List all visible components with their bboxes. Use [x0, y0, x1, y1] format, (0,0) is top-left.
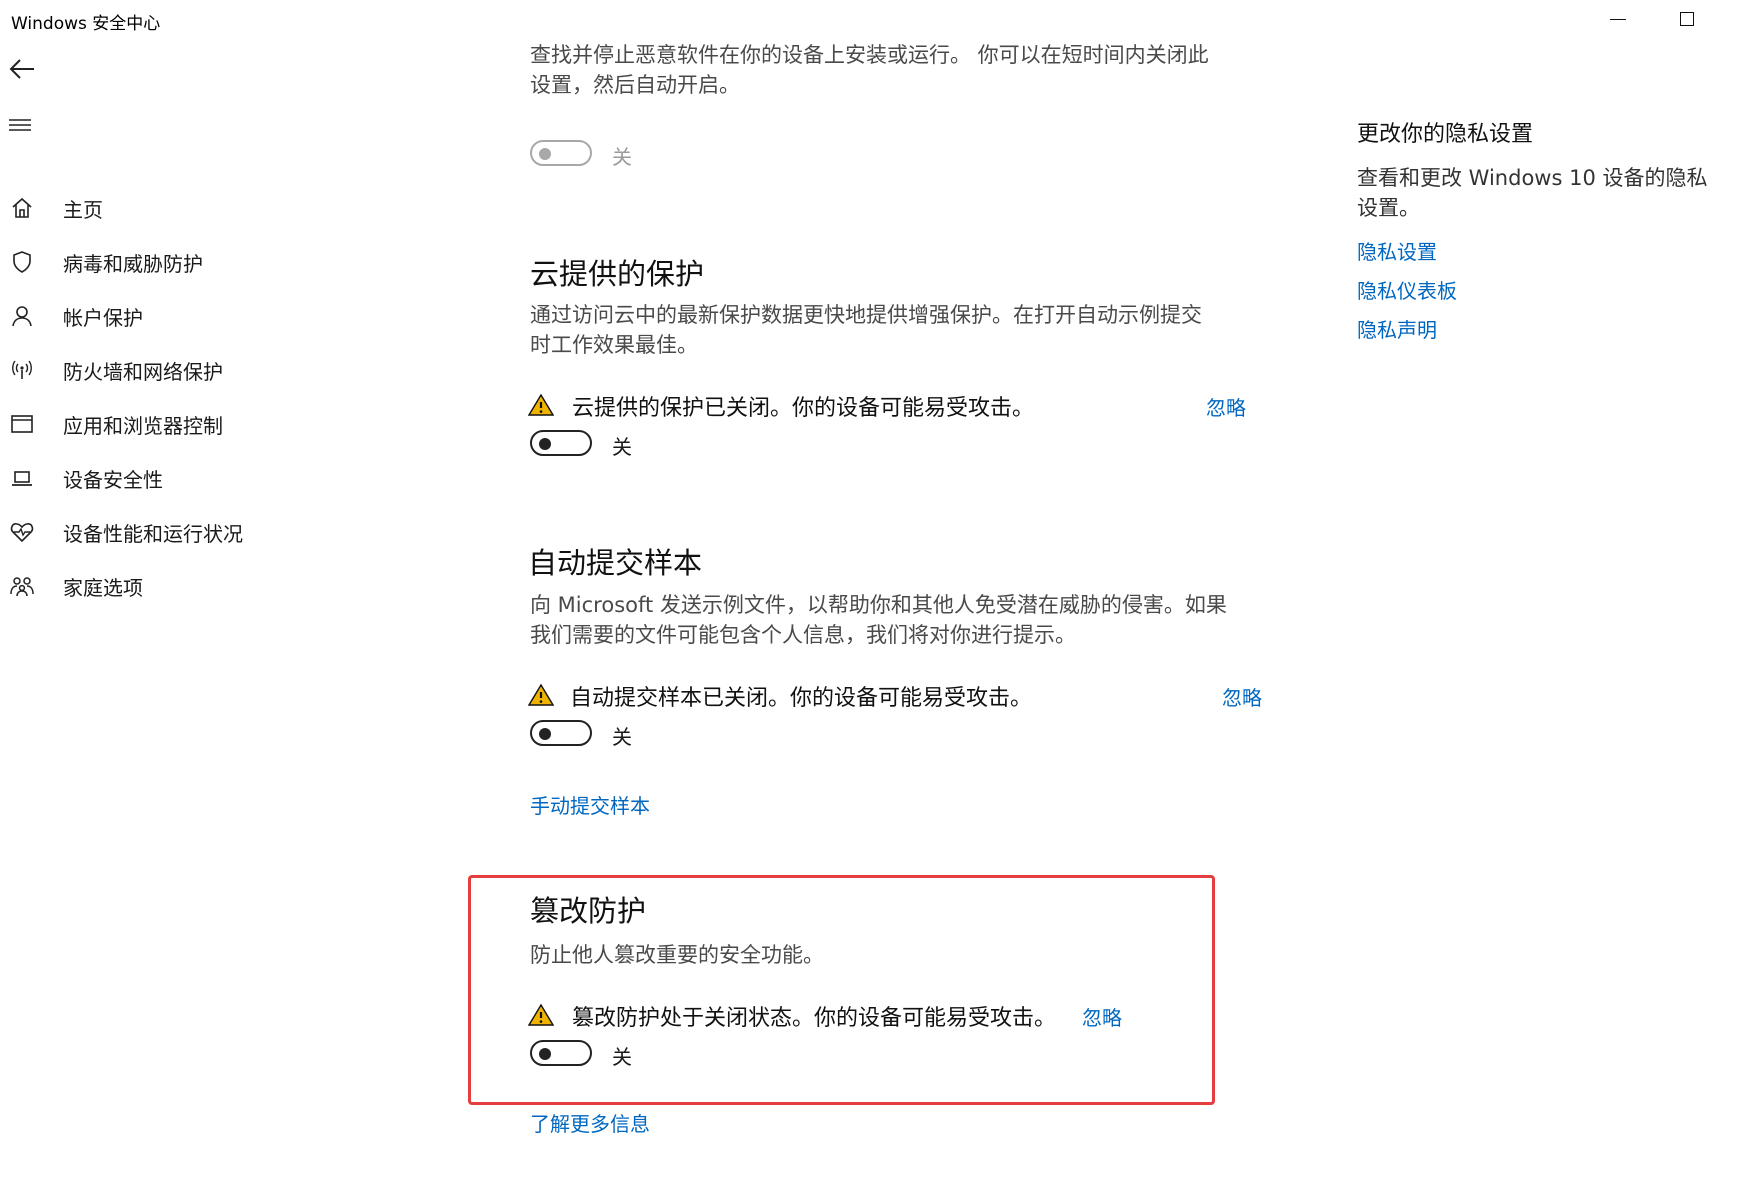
privacy-description: 查看和更改 Windows 10 设备的隐私 设置。 [1357, 166, 1708, 220]
sidebar-item-label: 防火墙和网络保护 [63, 359, 223, 384]
sidebar-item-label: 主页 [63, 197, 103, 222]
cloud-protection-warning: 云提供的保护已关闭。你的设备可能易受攻击。 [572, 396, 1035, 421]
sidebar-item-family[interactable]: 家庭选项 [0, 566, 300, 606]
sidebar-item-label: 应用和浏览器控制 [63, 413, 223, 438]
sidebar-item-firewall[interactable]: 防火墙和网络保护 [0, 350, 300, 390]
window-title: Windows 安全中心 [11, 14, 161, 34]
sample-submission-title: 自动提交样本 [528, 546, 703, 580]
warning-icon [528, 683, 554, 706]
sample-submission-description: 向 Microsoft 发送示例文件，以帮助你和其他人免受潜在威胁的侵害。如果 … [530, 593, 1227, 647]
privacy-statement-link[interactable]: 隐私声明 [1357, 314, 1437, 343]
sidebar-item-account-protection[interactable]: 帐户保护 [0, 296, 300, 336]
app-window-icon [11, 415, 33, 433]
warning-icon [528, 393, 554, 416]
tamper-dismiss-link[interactable]: 忽略 [1082, 1002, 1122, 1031]
sidebar-item-label: 病毒和威胁防护 [63, 251, 203, 276]
back-arrow-icon[interactable] [8, 58, 36, 80]
sidebar-item-app-browser[interactable]: 应用和浏览器控制 [0, 404, 300, 444]
privacy-title: 更改你的隐私设置 [1357, 122, 1534, 147]
family-icon [10, 577, 34, 597]
learn-more-link[interactable]: 了解更多信息 [530, 1108, 650, 1137]
toggle-state-label: 关 [612, 1045, 632, 1069]
sample-dismiss-link[interactable]: 忽略 [1222, 682, 1262, 711]
tamper-protection-description: 防止他人篡改重要的安全功能。 [530, 943, 824, 967]
sidebar-item-label: 设备性能和运行状况 [63, 521, 243, 546]
privacy-settings-link[interactable]: 隐私设置 [1357, 236, 1437, 265]
tamper-protection-warning: 篡改防护处于关闭状态。你的设备可能易受攻击。 [572, 1006, 1057, 1031]
realtime-description: 查找并停止恶意软件在你的设备上安装或运行。 你可以在短时间内关闭此 设置，然后自… [530, 43, 1209, 97]
sidebar-item-home[interactable]: 主页 [0, 188, 300, 228]
sidebar-item-device-health[interactable]: 设备性能和运行状况 [0, 512, 300, 552]
cloud-dismiss-link[interactable]: 忽略 [1206, 392, 1246, 421]
toggle-state-label: 关 [612, 145, 632, 169]
sidebar-item-device-security[interactable]: 设备安全性 [0, 458, 300, 498]
minimize-button[interactable] [1610, 19, 1626, 20]
toggle-state-label: 关 [612, 725, 632, 749]
person-icon [12, 306, 32, 327]
hamburger-menu-icon[interactable] [9, 117, 31, 133]
toggle-state-label: 关 [612, 435, 632, 459]
cloud-protection-title: 云提供的保护 [530, 257, 705, 291]
heart-pulse-icon [10, 523, 34, 543]
maximize-button[interactable] [1680, 12, 1694, 26]
sidebar-item-virus-protection[interactable]: 病毒和威胁防护 [0, 242, 300, 282]
sidebar-item-label: 设备安全性 [63, 467, 163, 492]
sidebar-item-label: 家庭选项 [63, 575, 143, 600]
sample-submission-toggle[interactable] [530, 720, 592, 746]
wifi-antenna-icon [12, 360, 32, 379]
manual-sample-submit-link[interactable]: 手动提交样本 [530, 790, 650, 819]
realtime-protection-toggle[interactable] [530, 140, 592, 166]
home-icon [12, 197, 32, 218]
tamper-protection-title: 篡改防护 [530, 894, 647, 928]
tamper-protection-toggle[interactable] [530, 1040, 592, 1066]
warning-icon [528, 1003, 554, 1026]
privacy-dashboard-link[interactable]: 隐私仪表板 [1357, 275, 1457, 304]
shield-icon [13, 251, 31, 273]
cloud-protection-description: 通过访问云中的最新保护数据更快地提供增强保护。在打开自动示例提交 时工作效果最佳… [530, 303, 1202, 357]
cloud-protection-toggle[interactable] [530, 430, 592, 456]
sample-submission-warning: 自动提交样本已关闭。你的设备可能易受攻击。 [570, 686, 1033, 711]
sidebar-item-label: 帐户保护 [63, 305, 143, 330]
laptop-icon [12, 471, 32, 486]
